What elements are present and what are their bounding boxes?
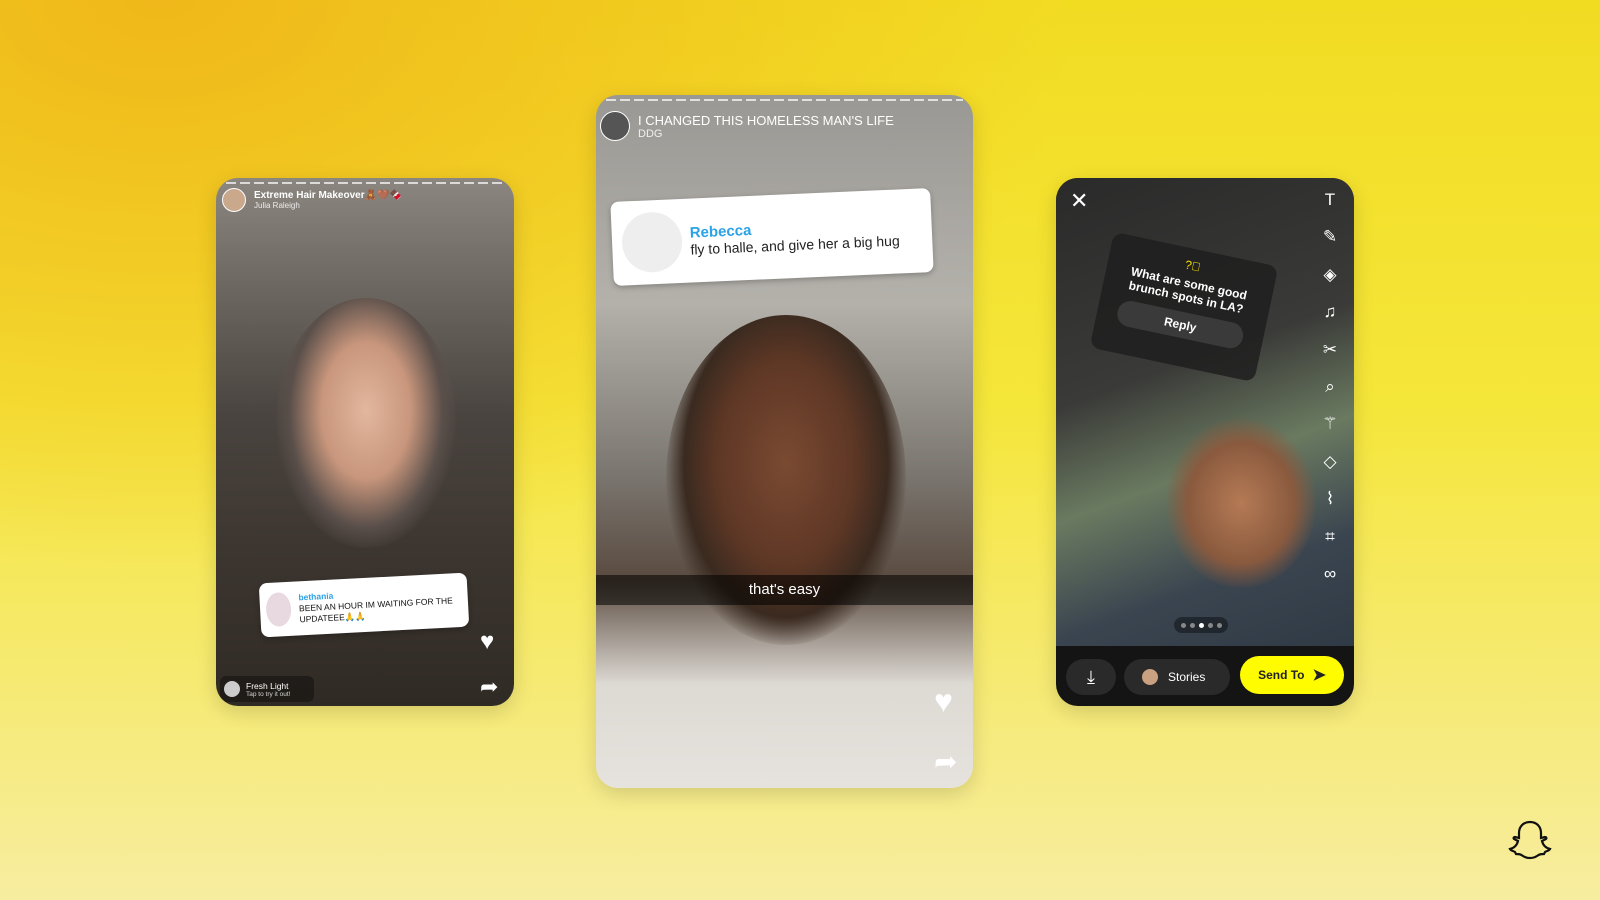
lens-search-icon[interactable]: ⌕ [1320, 377, 1340, 397]
story-title: I CHANGED THIS HOMELESS MAN'S LIFE [638, 112, 894, 128]
video-subject [276, 298, 456, 548]
lens-hint: Tap to try it out! [246, 690, 291, 698]
lens-icon [224, 681, 240, 697]
stories-label: Stories [1168, 670, 1206, 684]
eraser-icon[interactable]: ◇ [1320, 452, 1340, 472]
heart-icon[interactable]: ♥ [480, 628, 494, 656]
sticker-icon[interactable]: ◈ [1320, 265, 1340, 285]
page-dot [1216, 622, 1222, 628]
paperclip-icon[interactable]: ⌇ [1320, 489, 1340, 509]
story-author: Julia Raleigh [254, 201, 300, 210]
page-dot [1189, 622, 1195, 628]
page-dot [1180, 622, 1186, 628]
snapchat-ghost-logo [1508, 818, 1552, 862]
lens-name: Fresh Light [246, 680, 289, 691]
comment-bubble: Rebecca fly to halle, and give her a big … [610, 188, 934, 286]
send-arrow-icon: ➤ [1312, 667, 1326, 684]
send-to-button[interactable]: Send To ➤ [1240, 656, 1344, 694]
share-icon[interactable]: ➦ [934, 745, 957, 778]
stories-button[interactable]: Stories [1124, 659, 1230, 695]
lens-chip[interactable]: Fresh Light Tap to try it out! [220, 676, 314, 702]
text-icon[interactable]: T [1320, 190, 1340, 210]
video-subject [1166, 418, 1316, 588]
magic-wand-icon[interactable]: ⚚ [1320, 414, 1340, 434]
avatar[interactable] [222, 188, 246, 212]
scissors-icon[interactable]: ✂ [1320, 340, 1340, 360]
download-button[interactable]: ⤓ [1066, 659, 1116, 695]
page-indicator [1174, 617, 1228, 633]
story-header: I CHANGED THIS HOMELESS MAN'S LIFE DDG [600, 111, 894, 141]
story-header: Extreme Hair Makeover🧸🤎🍫 Julia Raleigh [222, 188, 402, 212]
page-dot [1198, 622, 1204, 628]
progress-bar [606, 99, 963, 101]
caption: that's easy [596, 575, 973, 605]
snap-preview [1056, 178, 1354, 646]
avatar[interactable] [600, 111, 630, 141]
close-icon[interactable]: ✕ [1070, 188, 1088, 214]
story-author: DDG [638, 127, 663, 140]
commenter-avatar [620, 210, 684, 274]
commenter-avatar [265, 591, 292, 628]
timer-icon[interactable]: ∞ [1320, 564, 1340, 584]
bitmoji-avatar [1142, 669, 1158, 685]
progress-bar [226, 182, 504, 184]
snap-editor: ✕ ?⃝ What are some good brunch spots in … [1056, 178, 1354, 706]
story-title: Extreme Hair Makeover🧸🤎🍫 [254, 190, 402, 201]
download-icon: ⤓ [1087, 667, 1095, 687]
comment-bubble: bethania BEEN AN HOUR IM WAITING FOR THE … [258, 572, 470, 638]
story-card-homeless[interactable]: I CHANGED THIS HOMELESS MAN'S LIFE DDG R… [596, 95, 973, 788]
pencil-icon[interactable]: ✎ [1320, 227, 1340, 247]
story-card-hair-makeover[interactable]: Extreme Hair Makeover🧸🤎🍫 Julia Raleigh b… [216, 178, 514, 706]
crop-icon[interactable]: ⌗ [1320, 527, 1340, 547]
share-icon[interactable]: ➦ [480, 674, 498, 700]
send-label: Send To [1258, 668, 1305, 682]
page-dot [1207, 622, 1213, 628]
music-icon[interactable]: ♫ [1320, 302, 1340, 322]
heart-icon[interactable]: ♥ [934, 683, 953, 720]
